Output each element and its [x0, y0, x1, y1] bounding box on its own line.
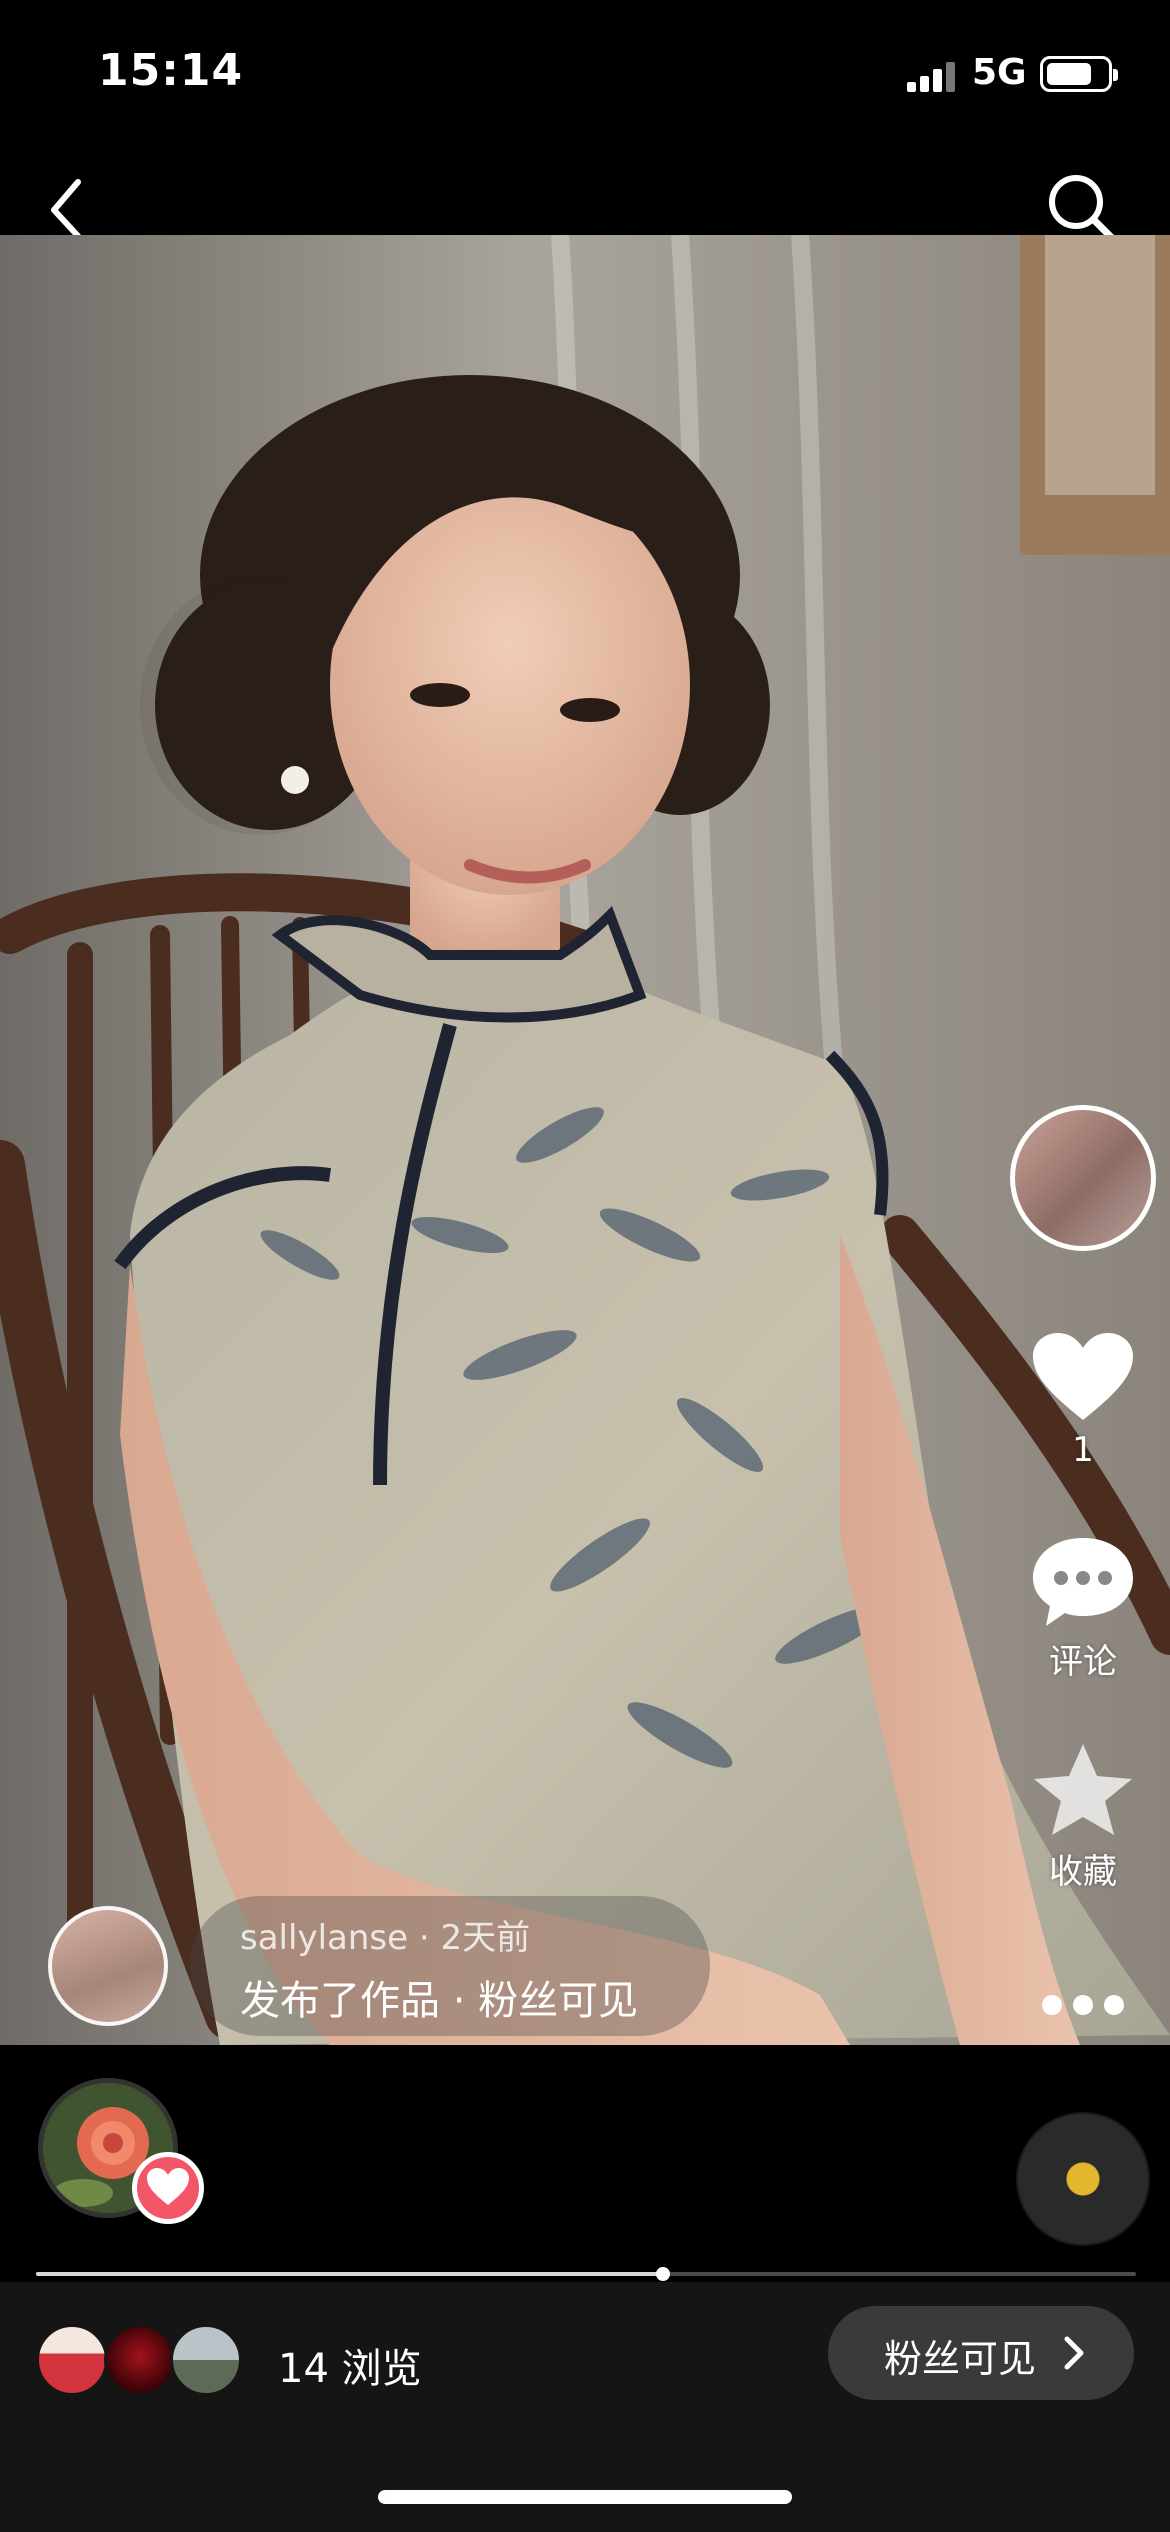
post-photo[interactable] [0, 235, 1170, 2045]
heart-icon [1033, 1333, 1133, 1420]
heart-badge-icon[interactable] [132, 2152, 204, 2224]
post-author-avatar[interactable] [48, 1906, 168, 2026]
viewer-avatar[interactable] [104, 2324, 176, 2396]
post-caption: 发布了作品 · 粉丝可见 [240, 1978, 639, 2024]
network-type: 5G [972, 52, 1027, 93]
like-count: 1 [1072, 1430, 1094, 1470]
home-indicator[interactable] [378, 2490, 792, 2504]
author-avatar[interactable] [1010, 1105, 1156, 1251]
progress-knob[interactable] [656, 2267, 670, 2281]
comment-label: 评论 [1049, 1642, 1117, 1682]
audience-label: 粉丝可见 [884, 2337, 1037, 2381]
heart-icon [147, 2168, 189, 2205]
audience-button[interactable]: 粉丝可见 [828, 2306, 1134, 2400]
top-nav [0, 140, 1170, 244]
more-dots-icon [1042, 1995, 1062, 2015]
back-button[interactable] [40, 172, 100, 242]
status-time: 15:14 [98, 45, 244, 96]
battery-icon [1040, 56, 1118, 92]
progress-bar[interactable] [36, 2267, 1136, 2281]
chevron-right-icon [1064, 2336, 1084, 2370]
star-icon [1034, 1744, 1132, 1835]
progress-fill [36, 2272, 663, 2276]
chevron-left-icon [51, 179, 81, 239]
comment-button[interactable]: 评论 [1028, 1530, 1138, 1683]
signal-icon [907, 60, 957, 92]
comment-icon [1033, 1538, 1133, 1626]
favorite-label: 收藏 [1049, 1852, 1117, 1892]
viewer-avatar[interactable] [170, 2324, 242, 2396]
more-button[interactable] [1038, 1990, 1128, 2020]
favorite-button[interactable]: 收藏 [1028, 1740, 1138, 1893]
photo-illustration [0, 235, 1170, 2045]
like-button[interactable]: 1 [1028, 1330, 1138, 1470]
view-count[interactable]: 14 浏览 [278, 2336, 422, 2394]
status-bar: 15:14 5G [0, 0, 1170, 140]
post-username[interactable]: sallylanse · 2天前 [240, 1910, 530, 1959]
viewer-avatar[interactable] [36, 2324, 108, 2396]
music-disc-icon[interactable] [1016, 2112, 1150, 2246]
